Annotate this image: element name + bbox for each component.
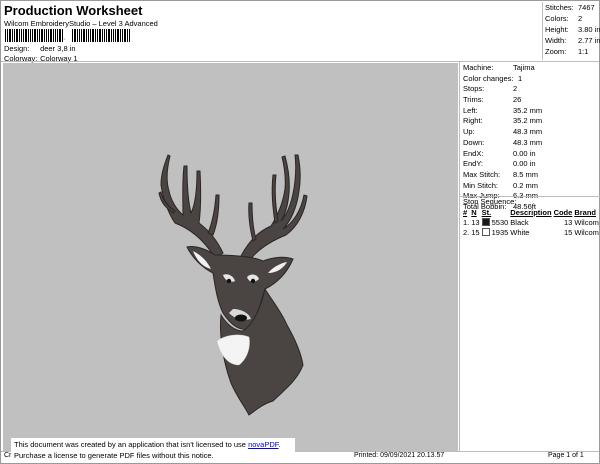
table-row: 1. 13 5530 Black 13 Wilcom (463, 217, 599, 227)
stop-sequence-heading: Stop Sequence: (460, 196, 600, 207)
table-header-row: # N St. Description Code Brand (462, 207, 600, 217)
license-notice: This document was created by an applicat… (11, 438, 295, 462)
notice-line-1: This document was created by an applicat… (14, 440, 281, 449)
summary-row-width: Width: 2.77 in (545, 36, 600, 45)
prop-row: Up: 48.3 mm (463, 127, 543, 137)
prop-row: Max Stitch: 8.5 mm (463, 169, 539, 179)
design-name-row: Design: deer 3,8 in (4, 44, 76, 53)
color-swatch (481, 227, 490, 236)
stop-sequence-table: # N St. Description Code Brand 1. 13 553… (462, 207, 600, 237)
column-header: N (471, 207, 477, 217)
column-header: Description (510, 207, 552, 217)
design-preview (3, 63, 458, 451)
summary-row-height: Height: 3.80 in (545, 25, 600, 34)
column-header: Code (553, 207, 573, 217)
prop-row: Stops: 2 (463, 84, 518, 94)
column-header: St. (481, 207, 492, 217)
prop-row: Min Stitch: 0.2 mm (463, 180, 539, 190)
page-title: Production Worksheet (4, 3, 143, 18)
design-label: Design: (4, 44, 30, 53)
barcode-mark: · (63, 36, 66, 43)
prop-row: Machine: Tajima (463, 63, 535, 72)
prop-row: Trims: 26 (463, 95, 522, 105)
summary-row-colors: Colors: 2 (545, 14, 583, 23)
novapdf-link[interactable]: novaPDF (248, 440, 278, 449)
printed-timestamp: Printed: 09/09/2021 20.13.57 (354, 452, 445, 459)
barcode (5, 29, 130, 42)
summary-row-stitches: Stitches: 7467 (545, 3, 595, 12)
summary-panel: Stitches: 7467 Colors: 2 Height: 3.80 in Wi… (542, 2, 600, 60)
column-header: Brand (574, 207, 596, 217)
prop-row: Right: 35.2 mm (463, 116, 543, 126)
machine-properties: Machine: Tajima Color changes: 1 Stops: 2 T… (463, 63, 542, 213)
column-header: # (463, 207, 468, 217)
properties-panel: Machine: Tajima Color changes: 1 Stops: 2 T… (459, 62, 600, 451)
deer-head-embroidery (158, 154, 308, 416)
page-number: Page 1 of 1 (548, 452, 584, 459)
prop-row: Left: 35.2 mm (463, 105, 543, 115)
color-swatch (481, 217, 490, 226)
prop-row: Color changes: 1 (463, 73, 523, 83)
software-subtitle: Wilcom EmbroideryStudio – Level 3 Advanc… (4, 19, 158, 28)
prop-row: EndX: 0.00 in (463, 148, 536, 158)
prop-row: Down: 48.3 mm (463, 137, 543, 147)
design-value: deer 3,8 in (40, 44, 76, 53)
prop-row: EndY: 0.00 in (463, 159, 536, 169)
notice-line-2: Purchase a license to generate PDF files… (14, 450, 214, 460)
table-row: 2. 15 1935 White 15 Wilcom (463, 227, 599, 237)
summary-row-zoom: Zoom: 1:1 (545, 47, 589, 56)
